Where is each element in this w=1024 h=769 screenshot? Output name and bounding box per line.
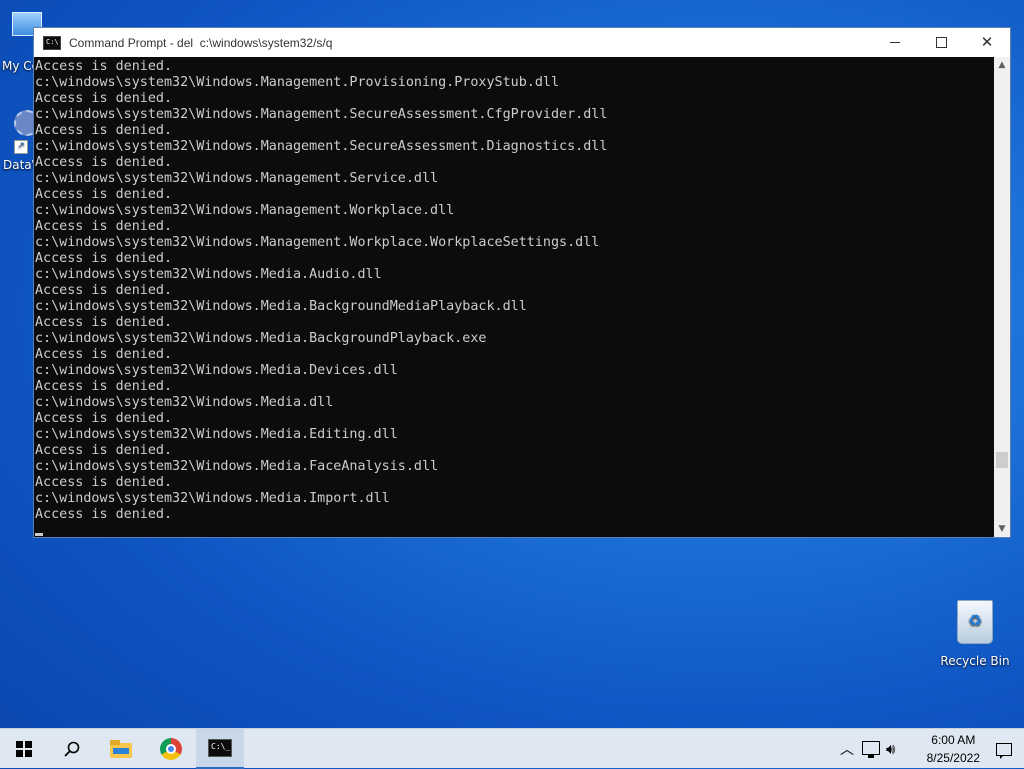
network-icon[interactable]: [862, 741, 880, 758]
command-prompt-icon: C:\: [43, 35, 61, 50]
clock-date: 8/25/2022: [926, 751, 980, 765]
console-line: Access is denied.: [35, 315, 173, 330]
console-line: c:\windows\system32\Windows.Management.S…: [35, 171, 439, 186]
console-line: c:\windows\system32\Windows.Management.P…: [35, 75, 560, 90]
window-title: Command Prompt - del c:\windows\system32…: [69, 35, 333, 50]
console-line: Access is denied.: [35, 411, 173, 426]
show-hidden-icons-button[interactable]: ︿: [838, 739, 856, 759]
file-explorer-icon: [110, 740, 132, 758]
console-line: c:\windows\system32\Windows.Media.FaceAn…: [35, 459, 439, 474]
scroll-thumb[interactable]: [996, 452, 1008, 468]
chrome-icon: [160, 738, 182, 760]
console-line: c:\windows\system32\Windows.Media.dll: [35, 395, 334, 410]
command-prompt-taskbar-button[interactable]: C:\_: [196, 729, 244, 769]
action-center-button[interactable]: [984, 729, 1024, 769]
console-line: Access is denied.: [35, 347, 173, 362]
console-line: c:\windows\system32\Windows.Media.Backgr…: [35, 299, 527, 314]
close-icon: ✕: [980, 33, 994, 51]
clock-time: 6:00 AM: [931, 733, 976, 747]
minimize-button[interactable]: [872, 28, 918, 57]
console-line: c:\windows\system32\Windows.Media.Import…: [35, 491, 390, 506]
maximize-button[interactable]: [918, 28, 964, 57]
search-button[interactable]: [48, 729, 96, 769]
vertical-scrollbar[interactable]: ▲ ▼: [994, 57, 1010, 537]
title-bar[interactable]: C:\ Command Prompt - del c:\windows\syst…: [34, 28, 1010, 57]
console-line: Access is denied.: [35, 283, 173, 298]
console-line: Access is denied.: [35, 155, 173, 170]
console-cursor: [35, 533, 43, 536]
console-line: Access is denied.: [35, 251, 173, 266]
windows-logo-icon: [16, 741, 32, 757]
scroll-down-button[interactable]: ▼: [994, 521, 1010, 537]
console-line: Access is denied.: [35, 475, 173, 490]
shortcut-arrow-icon: ↗: [14, 140, 28, 154]
recycle-bin-icon: ♻: [957, 600, 993, 644]
desktop-icon-recycle-bin[interactable]: ♻ Recycle Bin: [940, 600, 1010, 668]
console-line: Access is denied.: [35, 443, 173, 458]
minimize-icon: [890, 42, 900, 43]
volume-icon[interactable]: 🔊︎: [886, 739, 906, 759]
console-line: c:\windows\system32\Windows.Management.W…: [35, 235, 600, 250]
chrome-button[interactable]: [147, 729, 195, 769]
console-output[interactable]: Access is denied. c:\windows\system32\Win…: [34, 57, 995, 537]
console-line: c:\windows\system32\Windows.Media.Editin…: [35, 427, 398, 442]
console-line: c:\windows\system32\Windows.Management.S…: [35, 139, 608, 154]
console-line: Access is denied.: [35, 379, 173, 394]
console-line: c:\windows\system32\Windows.Management.W…: [35, 203, 455, 218]
notification-icon: [996, 742, 1012, 759]
console-line: Access is denied.: [35, 507, 173, 522]
scroll-up-button[interactable]: ▲: [994, 57, 1010, 73]
console-line: Access is denied.: [35, 219, 173, 234]
command-prompt-icon: C:\_: [208, 739, 232, 757]
console-line: c:\windows\system32\Windows.Media.Backgr…: [35, 331, 487, 346]
start-button[interactable]: [0, 729, 48, 769]
console-line: Access is denied.: [35, 187, 173, 202]
console-line: c:\windows\system32\Windows.Management.S…: [35, 107, 608, 122]
console-line: Access is denied.: [35, 59, 173, 74]
console-line: c:\windows\system32\Windows.Media.Device…: [35, 363, 398, 378]
desktop-icon-label: Recycle Bin: [940, 654, 1010, 668]
chevron-up-icon: ︿: [840, 742, 854, 758]
recycle-symbol-icon: ♻: [967, 611, 983, 630]
console-line: Access is denied.: [35, 91, 173, 106]
command-prompt-window[interactable]: C:\ Command Prompt - del c:\windows\syst…: [33, 27, 1011, 538]
file-explorer-button[interactable]: [97, 729, 145, 769]
search-icon: [64, 741, 80, 757]
maximize-icon: [935, 37, 947, 48]
console-line: c:\windows\system32\Windows.Media.Audio.…: [35, 267, 382, 282]
console-line: Access is denied.: [35, 123, 173, 138]
clock[interactable]: 6:00 AM 8/25/2022: [927, 731, 980, 767]
close-button[interactable]: ✕: [964, 28, 1010, 57]
taskbar: C:\_ ︿ 🔊︎ 6:00 AM 8/25/2022: [0, 728, 1024, 769]
